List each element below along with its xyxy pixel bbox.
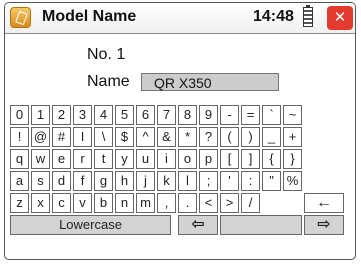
page-title: Model Name: [42, 8, 137, 25]
model-number-value: 1: [116, 46, 126, 63]
keyboard-key[interactable]: <: [199, 193, 218, 213]
name-label: Name: [87, 73, 130, 90]
left-arrow-icon: ⇦: [191, 216, 205, 233]
keyboard-key[interactable]: q: [10, 149, 29, 169]
keyboard-key[interactable]: f: [73, 171, 92, 191]
keyboard-key[interactable]: #: [52, 127, 71, 147]
keyboard-key[interactable]: d: [52, 171, 71, 191]
model-name-app-icon: [10, 7, 31, 28]
keyboard-key[interactable]: a: [10, 171, 29, 191]
right-arrow-icon: ⇨: [317, 216, 331, 233]
keyboard-key[interactable]: m: [136, 193, 155, 213]
title-bar: Model Name 14:48 ✕: [5, 3, 355, 34]
keyboard-key[interactable]: 9: [199, 105, 218, 125]
keyboard-key[interactable]: h: [115, 171, 134, 191]
keyboard-key[interactable]: u: [136, 149, 155, 169]
keyboard-key[interactable]: ]: [241, 149, 260, 169]
name-field[interactable]: QR X350: [141, 73, 279, 91]
keyboard-key[interactable]: b: [94, 193, 113, 213]
keyboard-key[interactable]: (: [220, 127, 239, 147]
keyboard-key[interactable]: p: [199, 149, 218, 169]
clock: 14:48: [253, 8, 294, 25]
keyboard-key[interactable]: -: [220, 105, 239, 125]
keyboard-key[interactable]: j: [136, 171, 155, 191]
keyboard-key[interactable]: v: [73, 193, 92, 213]
keyboard-key[interactable]: {: [262, 149, 281, 169]
keyboard-key[interactable]: 8: [178, 105, 197, 125]
keyboard-key[interactable]: 7: [157, 105, 176, 125]
keyboard-key[interactable]: +: [283, 127, 302, 147]
keyboard-key[interactable]: ,: [157, 193, 176, 213]
backspace-arrow-icon: ←: [316, 194, 332, 211]
keyboard-key[interactable]: 3: [73, 105, 92, 125]
keyboard-key[interactable]: =: [241, 105, 260, 125]
keyboard-key[interactable]: z: [10, 193, 29, 213]
keyboard-key[interactable]: ?: [199, 127, 218, 147]
keyboard-key[interactable]: 0: [10, 105, 29, 125]
keyboard-key[interactable]: ;: [199, 171, 218, 191]
keyboard-key[interactable]: t: [94, 149, 113, 169]
keyboard-key[interactable]: i: [157, 149, 176, 169]
keyboard-key[interactable]: g: [94, 171, 113, 191]
model-number: No. 1: [87, 46, 125, 64]
keyboard-key[interactable]: 4: [94, 105, 113, 125]
keyboard-key[interactable]: c: [52, 193, 71, 213]
keyboard-key[interactable]: *: [178, 127, 197, 147]
keyboard-key[interactable]: w: [31, 149, 50, 169]
exit-run-icon[interactable]: ✕: [327, 6, 353, 30]
keyboard-key[interactable]: y: [115, 149, 134, 169]
keyboard-key[interactable]: x: [31, 193, 50, 213]
keyboard-key[interactable]: k: [157, 171, 176, 191]
keyboard-key[interactable]: ': [220, 171, 239, 191]
keyboard-key[interactable]: $: [115, 127, 134, 147]
keyboard-key[interactable]: &: [157, 127, 176, 147]
keyboard-key[interactable]: n: [115, 193, 134, 213]
battery-icon: [303, 5, 313, 27]
keyboard-key[interactable]: e: [52, 149, 71, 169]
keyboard-key[interactable]: [: [220, 149, 239, 169]
model-name-screen: Model Name 14:48 ✕ No. 1 Name QR X350 01…: [4, 2, 356, 260]
keyboard-key[interactable]: >: [220, 193, 239, 213]
keyboard-key[interactable]: /: [241, 193, 260, 213]
space-button[interactable]: [220, 215, 302, 235]
backspace-key[interactable]: ←: [304, 193, 344, 213]
keyboard-key[interactable]: }: [283, 149, 302, 169]
keyboard-key[interactable]: %: [283, 171, 302, 191]
keyboard-key[interactable]: r: [73, 149, 92, 169]
keyboard-key[interactable]: `: [262, 105, 281, 125]
model-number-label: No.: [87, 46, 112, 63]
keyboard-key[interactable]: ": [262, 171, 281, 191]
keyboard-key[interactable]: .: [178, 193, 197, 213]
keyboard-key[interactable]: 5: [115, 105, 134, 125]
keyboard-key[interactable]: !: [10, 127, 29, 147]
keyboard-key[interactable]: 2: [52, 105, 71, 125]
keyboard-key[interactable]: 1: [31, 105, 50, 125]
keyboard-key[interactable]: l: [178, 171, 197, 191]
keyboard-key[interactable]: 6: [136, 105, 155, 125]
keyboard-key[interactable]: o: [178, 149, 197, 169]
cursor-left-button[interactable]: ⇦: [178, 215, 218, 235]
keyboard-key[interactable]: ~: [283, 105, 302, 125]
keyboard-key[interactable]: _: [262, 127, 281, 147]
keyboard-key[interactable]: :: [241, 171, 260, 191]
keyboard-key[interactable]: ^: [136, 127, 155, 147]
keyboard-key[interactable]: s: [31, 171, 50, 191]
cursor-right-button[interactable]: ⇨: [304, 215, 344, 235]
keyboard-key[interactable]: ): [241, 127, 260, 147]
lowercase-button[interactable]: Lowercase: [10, 215, 171, 235]
keyboard-key[interactable]: I: [73, 127, 92, 147]
keyboard-key[interactable]: @: [31, 127, 50, 147]
keyboard-key[interactable]: \: [94, 127, 113, 147]
